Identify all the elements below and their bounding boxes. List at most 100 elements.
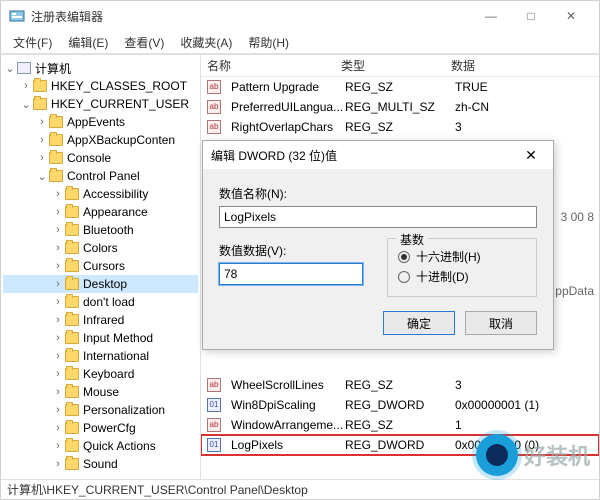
dialog-titlebar[interactable]: 编辑 DWORD (32 位)值 ✕ bbox=[203, 141, 553, 169]
tree-item-international[interactable]: ›International bbox=[3, 347, 198, 365]
string-value-icon: ab bbox=[207, 418, 221, 432]
ok-button[interactable]: 确定 bbox=[383, 311, 455, 335]
tree-item-personalization[interactable]: ›Personalization bbox=[3, 401, 198, 419]
folder-icon bbox=[65, 350, 79, 362]
tree-label: Bluetooth bbox=[83, 223, 134, 237]
tree-label: Personalization bbox=[83, 403, 165, 417]
tree-item-keyboard[interactable]: ›Keyboard bbox=[3, 365, 198, 383]
cell-name: RightOverlapChars bbox=[225, 120, 345, 134]
tree-item-quick-actions[interactable]: ›Quick Actions bbox=[3, 437, 198, 455]
binary-value-icon: 01 bbox=[207, 398, 221, 412]
tree-item-mouse[interactable]: ›Mouse bbox=[3, 383, 198, 401]
close-button[interactable]: ✕ bbox=[551, 2, 591, 30]
cell-data: 0x00000001 (1) bbox=[455, 398, 599, 412]
clipped-text: ppData bbox=[555, 284, 594, 298]
radio-hex[interactable]: 十六进制(H) bbox=[398, 248, 526, 265]
titlebar[interactable]: 注册表编辑器 — □ ✕ bbox=[1, 1, 599, 31]
string-value-icon: ab bbox=[207, 100, 221, 114]
statusbar: 计算机\HKEY_CURRENT_USER\Control Panel\Desk… bbox=[1, 479, 599, 499]
folder-icon bbox=[65, 296, 79, 308]
tree-item-accessibility[interactable]: ›Accessibility bbox=[3, 185, 198, 203]
folder-icon bbox=[65, 332, 79, 344]
binary-value-icon: 01 bbox=[207, 438, 221, 452]
tree-item-input-method[interactable]: ›Input Method bbox=[3, 329, 198, 347]
tree-label: Cursors bbox=[83, 259, 125, 273]
tree-item-colors[interactable]: ›Colors bbox=[3, 239, 198, 257]
cell-type: REG_SZ bbox=[345, 418, 455, 432]
cell-name: PreferredUILangua... bbox=[225, 100, 345, 114]
cell-type: REG_DWORD bbox=[345, 398, 455, 412]
list-row[interactable]: abRightOverlapCharsREG_SZ3 bbox=[201, 117, 599, 137]
tree-label: 计算机 bbox=[35, 60, 71, 77]
col-name[interactable]: 名称 bbox=[201, 57, 341, 74]
col-data[interactable]: 数据 bbox=[451, 57, 599, 74]
list-row[interactable]: 01Win8DpiScalingREG_DWORD0x00000001 (1) bbox=[201, 395, 599, 415]
folder-icon bbox=[65, 386, 79, 398]
tree-item-bluetooth[interactable]: ›Bluetooth bbox=[3, 221, 198, 239]
group-title: 基数 bbox=[396, 231, 428, 248]
tree-appevents[interactable]: ›AppEvents bbox=[3, 113, 198, 131]
window-title: 注册表编辑器 bbox=[31, 8, 471, 25]
tree-label: Quick Actions bbox=[83, 439, 156, 453]
tree-item-sound[interactable]: ›Sound bbox=[3, 455, 198, 473]
value-name-input[interactable] bbox=[219, 206, 537, 228]
cell-data: 0x00000000 (0) bbox=[455, 438, 599, 452]
dialog-title: 编辑 DWORD (32 位)值 bbox=[211, 147, 517, 164]
folder-icon bbox=[65, 404, 79, 416]
tree-label: Sound bbox=[83, 457, 118, 471]
cell-type: REG_SZ bbox=[345, 80, 455, 94]
tree-label: HKEY_CURRENT_USER bbox=[51, 97, 189, 111]
menubar: 文件(F) 编辑(E) 查看(V) 收藏夹(A) 帮助(H) bbox=[1, 31, 599, 53]
tree-label: AppXBackupConten bbox=[67, 133, 175, 147]
tree-label: Desktop bbox=[83, 277, 127, 291]
cell-name: WindowArrangeme... bbox=[225, 418, 345, 432]
tree-item-cursors[interactable]: ›Cursors bbox=[3, 257, 198, 275]
list-row[interactable]: ab WindowArrangeme...REG_SZ1 bbox=[201, 415, 599, 435]
folder-icon bbox=[33, 98, 47, 110]
tree-label: Control Panel bbox=[67, 169, 140, 183]
col-type[interactable]: 类型 bbox=[341, 57, 451, 74]
folder-icon bbox=[49, 116, 63, 128]
tree-console[interactable]: ›Console bbox=[3, 149, 198, 167]
folder-icon bbox=[65, 458, 79, 470]
folder-icon bbox=[65, 188, 79, 200]
tree-appx[interactable]: ›AppXBackupConten bbox=[3, 131, 198, 149]
menu-help[interactable]: 帮助(H) bbox=[240, 32, 297, 53]
tree-hkcu[interactable]: ⌄HKEY_CURRENT_USER bbox=[3, 95, 198, 113]
menu-file[interactable]: 文件(F) bbox=[5, 32, 60, 53]
menu-edit[interactable]: 编辑(E) bbox=[60, 32, 116, 53]
tree-item-infrared[interactable]: ›Infrared bbox=[3, 311, 198, 329]
tree-item-appearance[interactable]: ›Appearance bbox=[3, 203, 198, 221]
tree-label: Console bbox=[67, 151, 111, 165]
folder-icon bbox=[65, 422, 79, 434]
cell-data: 3 bbox=[455, 120, 599, 134]
value-data-input[interactable] bbox=[219, 263, 363, 285]
tree-control-panel[interactable]: ⌄Control Panel bbox=[3, 167, 198, 185]
folder-icon bbox=[33, 80, 47, 92]
cell-data: 3 bbox=[455, 378, 599, 392]
cell-name: Pattern Upgrade bbox=[225, 80, 345, 94]
status-path: 计算机\HKEY_CURRENT_USER\Control Panel\Desk… bbox=[7, 481, 308, 498]
list-row[interactable]: 01LogPixelsREG_DWORD0x00000000 (0) bbox=[201, 435, 599, 455]
cell-data: 1 bbox=[455, 418, 599, 432]
list-row[interactable]: abPattern UpgradeREG_SZTRUE bbox=[201, 77, 599, 97]
edit-dword-dialog: 编辑 DWORD (32 位)值 ✕ 数值名称(N): 数值数据(V): 基数 … bbox=[202, 140, 554, 350]
menu-fav[interactable]: 收藏夹(A) bbox=[172, 32, 240, 53]
tree-item-desktop[interactable]: ›Desktop bbox=[3, 275, 198, 293]
tree-root[interactable]: ⌄计算机 bbox=[3, 59, 198, 77]
list-header[interactable]: 名称 类型 数据 bbox=[201, 55, 599, 77]
minimize-button[interactable]: — bbox=[471, 2, 511, 30]
clipped-text: 3 00 8 bbox=[561, 210, 594, 224]
tree-item-powercfg[interactable]: ›PowerCfg bbox=[3, 419, 198, 437]
tree-pane[interactable]: ⌄计算机 ›HKEY_CLASSES_ROOT ⌄HKEY_CURRENT_US… bbox=[1, 55, 201, 479]
folder-icon bbox=[65, 260, 79, 272]
menu-view[interactable]: 查看(V) bbox=[116, 32, 172, 53]
cancel-button[interactable]: 取消 bbox=[465, 311, 537, 335]
tree-hkcr[interactable]: ›HKEY_CLASSES_ROOT bbox=[3, 77, 198, 95]
list-row[interactable]: abWheelScrollLinesREG_SZ3 bbox=[201, 375, 599, 395]
radio-dec[interactable]: 十进制(D) bbox=[398, 268, 526, 285]
tree-item-don-t-load[interactable]: ›don't load bbox=[3, 293, 198, 311]
dialog-close-button[interactable]: ✕ bbox=[517, 147, 545, 164]
list-row[interactable]: abPreferredUILangua...REG_MULTI_SZzh-CN bbox=[201, 97, 599, 117]
maximize-button[interactable]: □ bbox=[511, 2, 551, 30]
